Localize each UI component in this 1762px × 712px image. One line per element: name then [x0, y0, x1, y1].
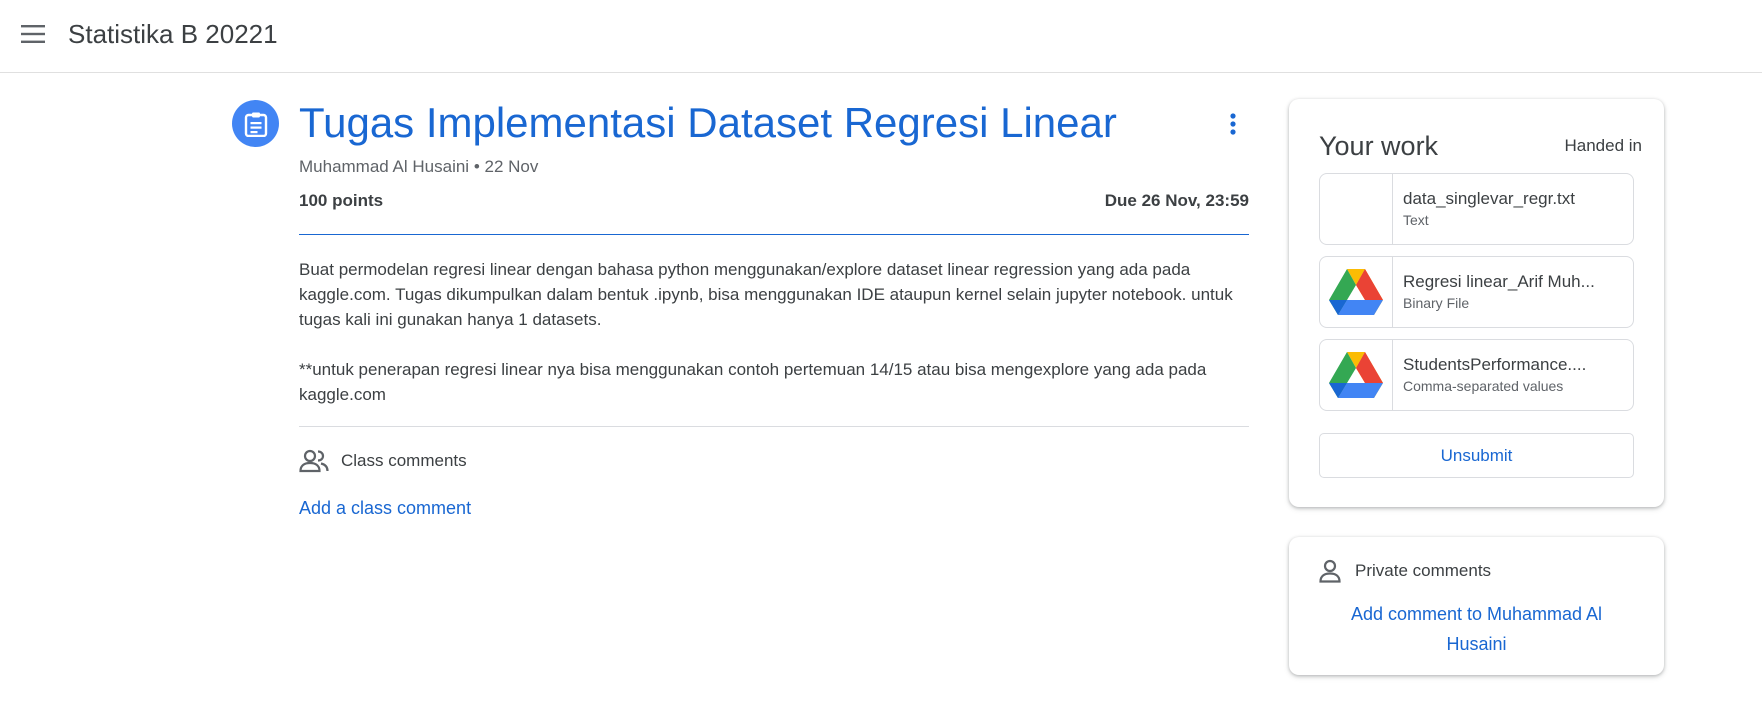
- blank-thumbnail-icon: [1320, 174, 1393, 244]
- more-vert-icon[interactable]: [1218, 104, 1248, 144]
- assignment-title: Tugas Implementasi Dataset Regresi Linea…: [299, 99, 1117, 146]
- private-comments-label: Private comments: [1355, 561, 1492, 580]
- attachment-name: data_singlevar_regr.txt: [1403, 189, 1575, 208]
- attachment-item[interactable]: StudentsPerformance.... Comma-separated …: [1319, 339, 1634, 411]
- status-badge: Handed in: [1564, 136, 1642, 155]
- attachment-name: StudentsPerformance....: [1403, 355, 1587, 374]
- person-icon: [1319, 559, 1341, 583]
- due-date: Due 26 Nov, 23:59: [1104, 191, 1249, 210]
- meta-separator: •: [473, 157, 480, 176]
- unsubmit-button[interactable]: Unsubmit: [1319, 433, 1634, 478]
- top-app-bar: Statistika B 20221: [0, 0, 1762, 73]
- description-paragraph: **untuk penerapan regresi linear nya bis…: [299, 360, 1207, 404]
- attachment-item[interactable]: data_singlevar_regr.txt Text: [1319, 173, 1634, 245]
- people-icon: [299, 449, 329, 473]
- assignment-meta: Muhammad Al Husaini • 22 Nov: [299, 156, 538, 178]
- class-comments-label: Class comments: [341, 451, 467, 470]
- private-comments-card: Private comments Add comment to Muhammad…: [1289, 537, 1664, 675]
- hamburger-menu-icon[interactable]: [14, 17, 52, 51]
- attachment-type: Binary File: [1403, 295, 1470, 311]
- description-divider: [299, 426, 1249, 427]
- class-comments-heading: Class comments: [299, 449, 467, 473]
- attachment-type: Comma-separated values: [1403, 378, 1564, 394]
- class-title[interactable]: Statistika B 20221: [68, 16, 278, 52]
- attachment-type: Text: [1403, 212, 1429, 228]
- your-work-title: Your work: [1319, 131, 1439, 161]
- author-name: Muhammad Al Husaini: [299, 157, 470, 176]
- description-paragraph: Buat permodelan regresi linear dengan ba…: [299, 260, 1233, 329]
- google-drive-icon: [1320, 257, 1393, 327]
- assignment-description: Buat permodelan regresi linear dengan ba…: [299, 257, 1259, 432]
- assignment-clipboard-icon: [232, 100, 279, 147]
- private-comments-heading: Private comments: [1319, 559, 1491, 583]
- header-divider: [299, 234, 1249, 235]
- google-drive-icon: [1320, 340, 1393, 410]
- attachment-item[interactable]: Regresi linear_Arif Muh... Binary File: [1319, 256, 1634, 328]
- add-class-comment-link[interactable]: Add a class comment: [299, 496, 471, 520]
- your-work-card: Your work Handed in data_singlevar_regr.…: [1289, 99, 1664, 507]
- add-private-comment-link[interactable]: Add comment to Muhammad Al Husaini: [1319, 599, 1634, 659]
- points-value: 100 points: [299, 191, 384, 210]
- attachment-name: Regresi linear_Arif Muh...: [1403, 272, 1595, 291]
- posted-date: 22 Nov: [484, 157, 539, 176]
